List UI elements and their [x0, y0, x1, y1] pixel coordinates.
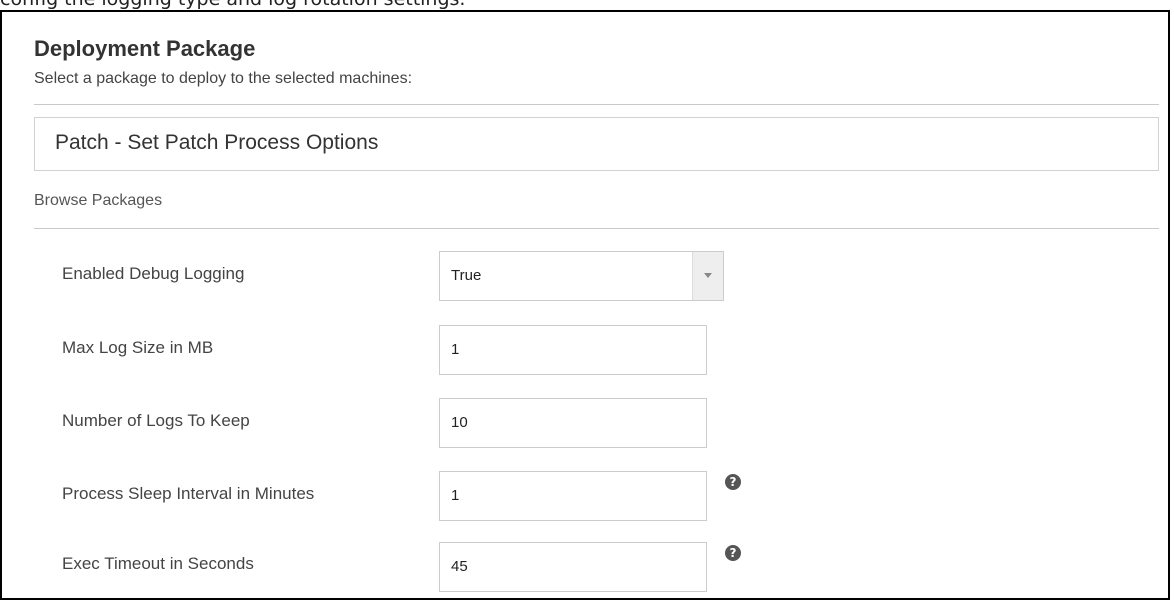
- help-icon[interactable]: ?: [725, 474, 741, 490]
- logs-to-keep-value: 10: [451, 414, 468, 431]
- browse-packages-link[interactable]: Browse Packages: [34, 192, 162, 210]
- debug-logging-value: True: [451, 267, 482, 284]
- exec-timeout-value: 45: [451, 558, 468, 575]
- max-log-size-input[interactable]: 1: [439, 325, 707, 375]
- chevron-down-icon: [704, 273, 712, 278]
- field-label-logs-to-keep: Number of Logs To Keep: [62, 411, 250, 430]
- divider: [34, 228, 1159, 229]
- help-icon[interactable]: ?: [725, 545, 741, 561]
- field-label-max-log-size: Max Log Size in MB: [62, 338, 214, 357]
- panel-subtitle: Select a package to deploy to the select…: [34, 70, 413, 87]
- field-label-sleep-interval: Process Sleep Interval in Minutes: [62, 484, 315, 503]
- field-label-exec-timeout: Exec Timeout in Seconds: [62, 554, 254, 573]
- sleep-interval-input[interactable]: 1: [439, 471, 707, 521]
- max-log-size-value: 1: [451, 341, 460, 358]
- panel-title: Deployment Package: [34, 36, 256, 61]
- selected-package-name: Patch - Set Patch Process Options: [55, 131, 379, 154]
- logs-to-keep-input[interactable]: 10: [439, 398, 707, 448]
- top-caption: config the logging type and log rotation…: [0, 0, 465, 10]
- divider: [34, 104, 1159, 105]
- deployment-panel: Deployment Package Select a package to d…: [0, 10, 1170, 600]
- sleep-interval-value: 1: [451, 487, 460, 504]
- field-label-debug-logging: Enabled Debug Logging: [62, 264, 245, 283]
- select-toggle[interactable]: [692, 252, 723, 300]
- selected-package-field[interactable]: Patch - Set Patch Process Options: [34, 117, 1159, 171]
- exec-timeout-input[interactable]: 45: [439, 542, 707, 592]
- debug-logging-select[interactable]: True: [439, 251, 724, 301]
